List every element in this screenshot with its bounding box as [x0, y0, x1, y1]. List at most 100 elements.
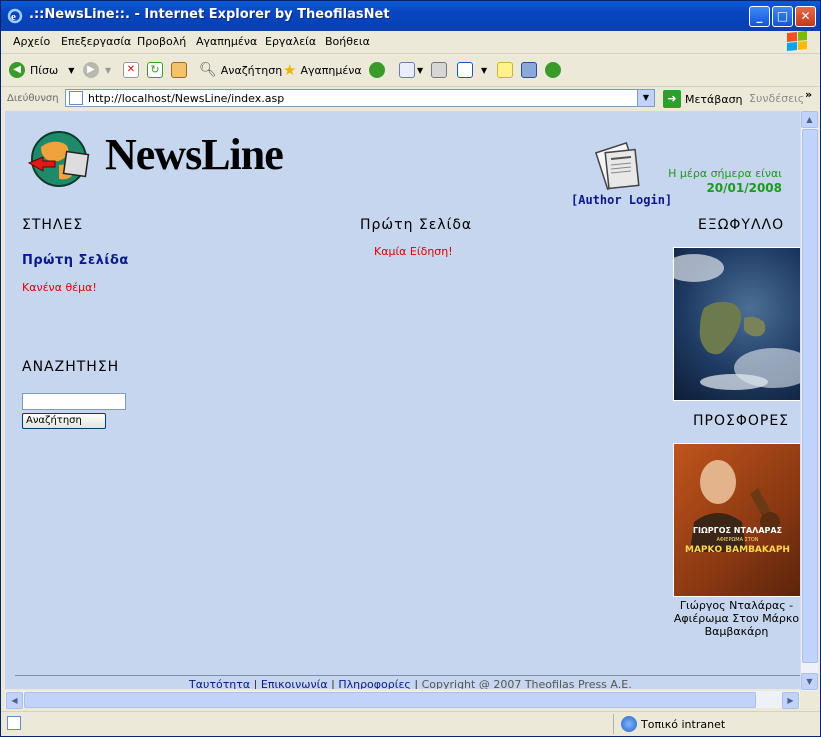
search-label: Αναζήτηση	[220, 63, 283, 77]
minimize-button[interactable]: _	[749, 6, 770, 27]
menu-file[interactable]: Αρχείο	[13, 35, 50, 48]
home-icon	[171, 62, 187, 78]
offer-caption-line-3: Βαμβακάρη	[704, 625, 769, 638]
column-link-front-page[interactable]: Πρώτη Σελίδα	[22, 253, 129, 268]
address-label: Διεύθυνση	[7, 93, 59, 104]
page-status-icon	[7, 716, 21, 730]
horizontal-scrollbar[interactable]: ◀ ▶	[5, 691, 800, 709]
address-bar: Διεύθυνση http://localhost/NewsLine/inde…	[1, 87, 820, 111]
search-submit-button[interactable]: Αναζήτηση	[22, 413, 106, 429]
menu-edit[interactable]: Επεξεργασία	[61, 35, 131, 48]
history-button[interactable]	[369, 60, 385, 80]
home-button[interactable]	[171, 60, 187, 80]
offer-image-text-3: ΜΑΡΚΟ ΒΑΜΒΑΚΑΡΗ	[685, 545, 790, 555]
columns-heading: ΣΤΗΛΕΣ	[22, 217, 84, 233]
back-label: Πίσω	[30, 63, 59, 77]
offer-caption-line-1: Γιώργος Νταλάρας -	[679, 599, 794, 612]
album-cover-image	[690, 460, 780, 552]
menu-tools[interactable]: Εργαλεία	[265, 35, 316, 48]
print-icon	[431, 62, 447, 78]
footer-link-contact[interactable]: Επικοινωνία	[261, 678, 328, 689]
scroll-left-icon[interactable]: ◀	[6, 692, 23, 709]
menu-view[interactable]: Προβολή	[137, 35, 186, 48]
offer-caption-line-2: Αφιέρωμα Στον Μάρκο	[673, 612, 800, 625]
search-input[interactable]	[22, 393, 126, 410]
star-icon: ★	[283, 61, 297, 79]
site-brand: NewsLine	[105, 130, 284, 179]
messenger-button[interactable]	[545, 60, 561, 80]
address-input[interactable]: http://localhost/NewsLine/index.asp ▼	[65, 89, 655, 107]
page-content: NewsLine [Author Login] Η μέρα σήμερα εί…	[5, 111, 800, 689]
mail-button[interactable]: ▼	[399, 60, 423, 80]
refresh-button[interactable]: ↻	[147, 60, 163, 80]
chevron-down-icon[interactable]: ▼	[68, 66, 74, 75]
newspaper-icon[interactable]	[595, 141, 643, 191]
status-bar: Τοπικό intranet	[1, 711, 820, 736]
chevron-down-icon: ▼	[481, 65, 488, 75]
cover-image[interactable]	[673, 247, 800, 401]
status-divider	[613, 714, 614, 734]
scroll-up-icon[interactable]: ▲	[801, 111, 818, 128]
horizontal-scroll-thumb[interactable]	[24, 692, 756, 708]
discuss-button[interactable]	[497, 60, 513, 80]
offer-image-text-1: ΓΙΩΡΓΟΣ ΝΤΑΛΑΡΑΣ	[692, 526, 783, 535]
footer-separator: |	[414, 678, 419, 689]
page-icon	[69, 91, 83, 105]
chevron-down-icon[interactable]: ▼	[637, 90, 654, 106]
chevron-down-icon: ▼	[417, 65, 424, 75]
forward-arrow-icon: ▶	[83, 62, 99, 78]
address-url: http://localhost/NewsLine/index.asp	[88, 92, 285, 105]
messenger-icon	[545, 62, 561, 78]
scroll-right-icon[interactable]: ▶	[782, 692, 799, 709]
vertical-scrollbar[interactable]: ▲ ▼	[800, 111, 818, 691]
menu-bar: Αρχείο Επεξεργασία Προβολή Αγαπημένα Εργ…	[1, 30, 820, 54]
double-chevron-icon[interactable]: »	[805, 88, 812, 101]
go-label: Μετάβαση	[685, 92, 743, 106]
ie-logo-icon: e	[7, 8, 23, 24]
toolbar: ◀ Πίσω ▼ ▶ ▼ ✕ ↻ 🔍︎ Αναζήτηση ★ Αγαπημέν…	[1, 54, 820, 87]
offer-album-image[interactable]: ΓΙΩΡΓΟΣ ΝΤΑΛΑΡΑΣ ΑΦΙΕΡΩΜΑ ΣΤΟΝ ΜΑΡΚΟ ΒΑΜ…	[673, 443, 800, 597]
windows-logo-icon	[787, 30, 807, 52]
svg-text:e: e	[11, 11, 16, 23]
copyright-text: Copyright @ 2007 Theofilas Press A.E.	[421, 678, 632, 689]
go-arrow-icon: ➜	[663, 90, 681, 108]
globe-logo-icon	[27, 131, 90, 187]
back-button[interactable]: ◀ Πίσω ▼	[9, 60, 74, 80]
footer-divider	[15, 675, 800, 676]
menu-favorites[interactable]: Αγαπημένα	[196, 35, 257, 48]
maximize-button[interactable]: □	[772, 6, 793, 27]
edit-button[interactable]: ▼	[457, 60, 487, 80]
scroll-down-icon[interactable]: ▼	[801, 673, 818, 690]
offer-image-text-2: ΑΦΙΕΡΩΜΑ ΣΤΟΝ	[716, 537, 759, 543]
print-button[interactable]	[431, 60, 447, 80]
intranet-zone-icon	[621, 716, 637, 732]
links-label[interactable]: Συνδέσεις	[749, 92, 804, 105]
no-news-message: Καμία Είδηση!	[374, 245, 453, 258]
stop-button[interactable]: ✕	[123, 60, 139, 80]
no-topic-message: Κανένα θέμα!	[22, 281, 97, 294]
forward-button[interactable]: ▶ ▼	[83, 60, 111, 80]
footer-link-identity[interactable]: Ταυτότητα	[189, 678, 250, 689]
offer-caption[interactable]: Γιώργος Νταλάρας - Αφιέρωμα Στον Μάρκο Β…	[669, 599, 800, 638]
go-button[interactable]: ➜ Μετάβαση	[663, 89, 743, 109]
edit-icon	[457, 62, 473, 78]
search-button[interactable]: 🔍︎ Αναζήτηση	[199, 60, 282, 80]
mail-icon	[399, 62, 415, 78]
cover-heading: ΕΞΩΦΥΛΛΟ	[698, 217, 785, 233]
research-button[interactable]	[521, 60, 537, 80]
footer: Ταυτότητα | Επικοινωνία | Πληροφορίες | …	[189, 678, 632, 689]
author-login-link[interactable]: [Author Login]	[571, 193, 672, 207]
menu-help[interactable]: Βοήθεια	[325, 35, 370, 48]
footer-separator: |	[253, 678, 258, 689]
refresh-icon: ↻	[147, 62, 163, 78]
footer-link-info[interactable]: Πληροφορίες	[338, 678, 411, 689]
title-bar[interactable]: e .::NewsLine::. - Internet Explorer by …	[1, 1, 820, 31]
front-page-heading: Πρώτη Σελίδα	[360, 217, 473, 233]
close-button[interactable]: ✕	[795, 6, 816, 27]
date-label: Η μέρα σήμερα είναι	[668, 167, 782, 180]
vertical-scroll-thumb[interactable]	[802, 129, 818, 663]
offers-heading: ΠΡΟΣΦΟΡΕΣ	[693, 413, 790, 429]
favorites-label: Αγαπημένα	[300, 63, 362, 77]
research-icon	[521, 62, 537, 78]
favorites-button[interactable]: ★ Αγαπημένα	[283, 60, 362, 80]
